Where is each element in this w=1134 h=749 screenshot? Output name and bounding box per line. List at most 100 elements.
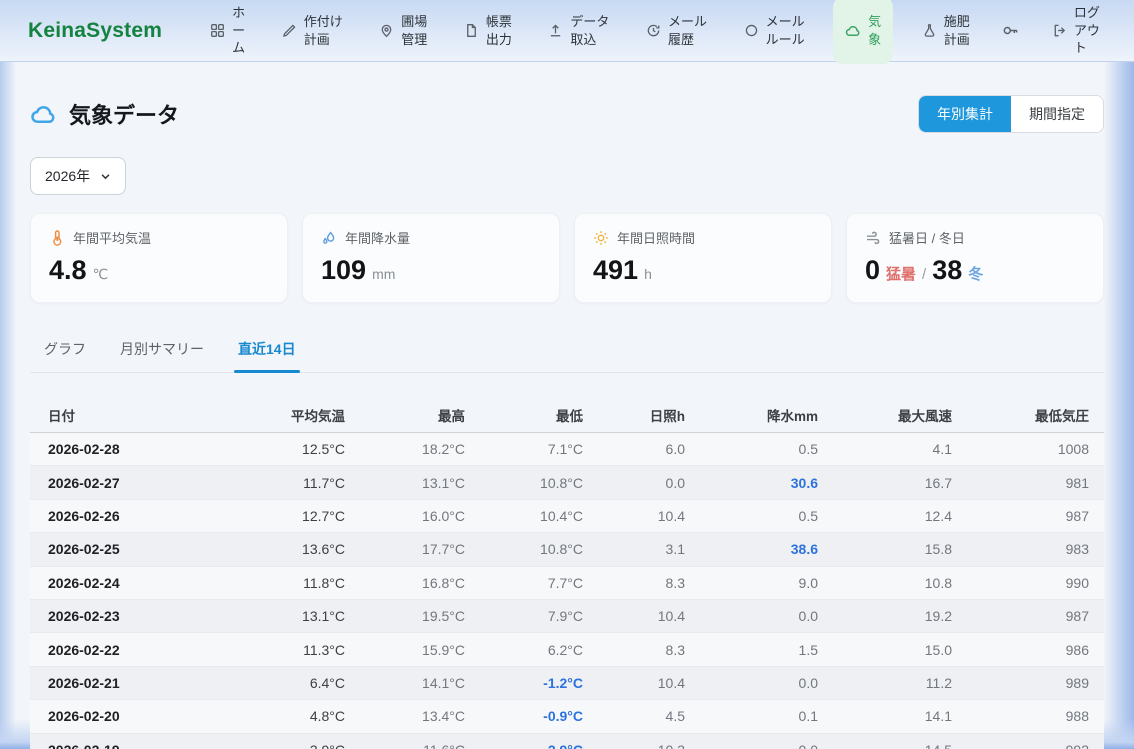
main-content: 気象データ 年別集計 期間指定 2026年 年間平均気温 [0, 95, 1134, 749]
nav-item-home[interactable]: ホ ー ム [202, 0, 253, 63]
table-row: 2026-02-27 11.7°C 13.1°C 10.8°C 0.0 30.6… [30, 466, 1104, 499]
cell-date: 2026-02-25 [48, 541, 230, 557]
yearly-summary-button[interactable]: 年別集計 [919, 96, 1011, 132]
cell-precipitation: 9.0 [685, 575, 818, 591]
cold-days-value: 38 [932, 255, 962, 286]
nav-item-password-key[interactable] [998, 0, 1023, 63]
nav-item-label: ホ ー ム [232, 4, 245, 57]
cell-sunshine: 4.5 [583, 708, 685, 724]
cell-date: 2026-02-19 [48, 742, 230, 749]
cell-avg-temp: 11.3°C [230, 642, 345, 658]
cell-precipitation: 0.0 [685, 608, 818, 624]
cell-min-pressure: 987 [952, 608, 1089, 624]
cell-max-wind: 19.2 [818, 608, 952, 624]
pencil-icon [282, 5, 297, 55]
nav-item-label: 気 象 [868, 13, 881, 48]
tab-recent-14days[interactable]: 直近14日 [234, 329, 300, 372]
cell-max-wind: 15.0 [818, 642, 952, 658]
nav-item-field-management[interactable]: 圃場 管理 [371, 0, 435, 62]
brand-logo[interactable]: KeinaSystem [28, 19, 162, 43]
cell-min-temp: 7.1°C [465, 441, 583, 457]
card-avg-temp: 年間平均気温 4.8 ℃ [30, 213, 288, 303]
separator: / [922, 266, 926, 283]
cell-date: 2026-02-20 [48, 708, 230, 724]
card-value: 491 [593, 255, 638, 286]
nav-item-report-output[interactable]: 帳票 出力 [456, 0, 520, 62]
cell-min-temp: 7.7°C [465, 575, 583, 591]
cell-sunshine: 10.4 [583, 675, 685, 691]
nav-item-logout[interactable]: ログ アウ ト [1044, 0, 1108, 63]
nav-item-weather[interactable]: 気 象 [833, 0, 893, 64]
nav-item-label: 圃場 管理 [401, 13, 427, 48]
key-icon [1002, 4, 1019, 56]
cell-min-temp: -1.2°C [465, 675, 583, 691]
history-clock-icon [646, 5, 661, 55]
cell-min-pressure: 989 [952, 675, 1089, 691]
nav-item-mail-history[interactable]: メール 履歴 [638, 0, 715, 62]
year-select[interactable]: 2026年 [30, 157, 126, 195]
cell-max-temp: 14.1°C [345, 675, 465, 691]
nav-item-planting-plan[interactable]: 作付け 計画 [274, 0, 351, 62]
nav-item-data-import[interactable]: データ 取込 [540, 0, 617, 62]
cell-sunshine: 6.0 [583, 441, 685, 457]
tab-monthly-summary[interactable]: 月別サマリー [116, 329, 208, 372]
nav-item-mail-rules[interactable]: メール ルール [736, 0, 813, 62]
hot-days-value: 0 [865, 255, 880, 286]
cell-date: 2026-02-24 [48, 575, 230, 591]
tab-graph[interactable]: グラフ [40, 329, 90, 372]
nav-item-fertilizer-plan[interactable]: 施肥 計画 [914, 0, 978, 62]
table-row: 2026-02-20 4.8°C 13.4°C -0.9°C 4.5 0.1 1… [30, 700, 1104, 733]
cell-precipitation: 30.6 [685, 475, 818, 491]
cell-avg-temp: 12.7°C [230, 508, 345, 524]
cell-min-temp: 6.2°C [465, 642, 583, 658]
document-icon [464, 5, 479, 55]
circle-icon [744, 5, 759, 55]
cell-min-pressure: 987 [952, 508, 1089, 524]
col-sunshine: 日照h [583, 405, 685, 425]
table-row: 2026-02-21 6.4°C 14.1°C -1.2°C 10.4 0.0 … [30, 667, 1104, 700]
cell-max-wind: 11.2 [818, 675, 952, 691]
nav-items: ホ ー ム 作付け 計画 圃場 管理 [202, 0, 1108, 64]
weather-table: 日付 平均気温 最高 最低 日照h 降水mm 最大風速 最低気圧 2026-02… [30, 398, 1104, 749]
cell-min-pressure: 988 [952, 708, 1089, 724]
nav-item-label: メール 履歴 [668, 13, 707, 48]
cell-precipitation: 0.5 [685, 508, 818, 524]
card-value: 109 [321, 255, 366, 286]
table-row: 2026-02-24 11.8°C 16.8°C 7.7°C 8.3 9.0 1… [30, 567, 1104, 600]
cell-date: 2026-02-23 [48, 608, 230, 624]
cell-precipitation: 0.0 [685, 675, 818, 691]
card-label: 猛暑日 / 冬日 [889, 228, 965, 247]
hot-days-label: 猛暑 [886, 263, 916, 284]
cell-min-temp: 7.9°C [465, 608, 583, 624]
cell-min-temp: 10.4°C [465, 508, 583, 524]
cell-min-pressure: 1008 [952, 441, 1089, 457]
col-min-pressure: 最低気圧 [952, 405, 1089, 425]
cell-avg-temp: 13.6°C [230, 541, 345, 557]
cell-avg-temp: 13.1°C [230, 608, 345, 624]
period-select-button[interactable]: 期間指定 [1011, 96, 1103, 132]
col-precipitation: 降水mm [685, 405, 818, 425]
view-tabs: グラフ 月別サマリー 直近14日 [30, 329, 1104, 373]
nav-item-label: 帳票 出力 [486, 13, 512, 48]
chevron-down-icon [100, 171, 111, 182]
cell-avg-temp: 3.9°C [230, 742, 345, 749]
cell-avg-temp: 11.7°C [230, 475, 345, 491]
cell-date: 2026-02-28 [48, 441, 230, 457]
card-value: 4.8 [49, 255, 87, 286]
table-header: 日付 平均気温 最高 最低 日照h 降水mm 最大風速 最低気圧 [30, 398, 1104, 433]
cell-min-pressure: 983 [952, 541, 1089, 557]
stat-cards: 年間平均気温 4.8 ℃ 年間降水量 109 mm [30, 213, 1104, 303]
card-label: 年間平均気温 [73, 228, 151, 247]
weather-cloud-icon [30, 101, 57, 128]
cloud-icon [845, 5, 861, 56]
cell-sunshine: 10.4 [583, 608, 685, 624]
cell-date: 2026-02-22 [48, 642, 230, 658]
year-select-value: 2026年 [45, 166, 90, 186]
fertilizer-flask-icon [922, 5, 937, 55]
card-label: 年間日照時間 [617, 228, 695, 247]
nav-item-label: 施肥 計画 [944, 13, 970, 48]
nav-item-label: データ 取込 [570, 13, 609, 48]
cell-min-pressure: 981 [952, 475, 1089, 491]
cell-max-temp: 15.9°C [345, 642, 465, 658]
card-unit: h [644, 266, 652, 282]
